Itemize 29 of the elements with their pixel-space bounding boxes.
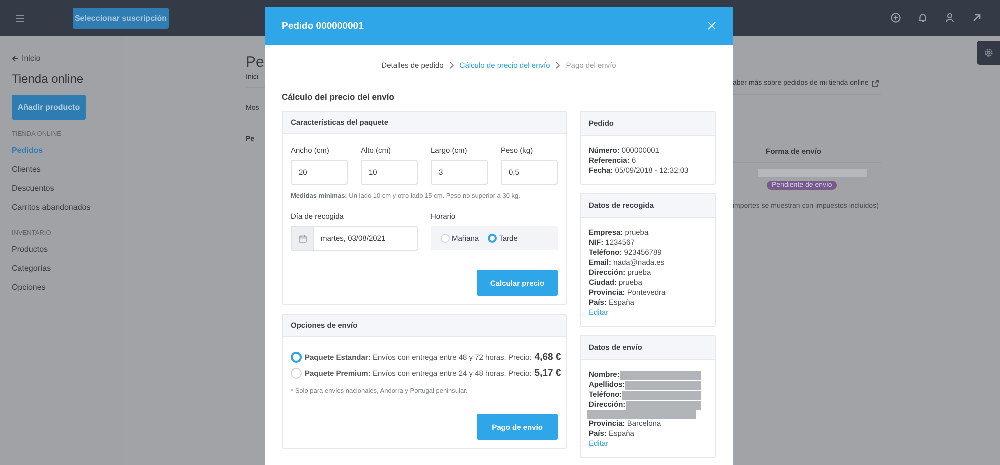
sidebar-item[interactable]: Productos <box>12 245 48 254</box>
page-title: Pe <box>246 53 264 73</box>
price-text: 5,17 € <box>534 368 562 379</box>
sidebar-item[interactable]: Clientes <box>12 165 41 174</box>
add-product-button[interactable]: Añadir producto <box>12 95 86 120</box>
arrow-icon[interactable] <box>972 13 982 23</box>
sidebar-item[interactable]: Descuentos <box>12 184 54 193</box>
back-link[interactable]: Inicio <box>22 54 41 63</box>
sidebar-item[interactable]: Categorías <box>12 264 52 273</box>
modal-title: Pedido 000000001 <box>282 20 364 32</box>
price-text: 4,68 € <box>534 352 562 363</box>
settings-tab[interactable] <box>977 41 1000 65</box>
radio-icon[interactable] <box>291 352 302 363</box>
menu-icon[interactable] <box>16 14 24 22</box>
settings-icon <box>984 48 994 58</box>
user-icon[interactable] <box>945 13 955 23</box>
radio-icon[interactable] <box>291 368 302 379</box>
section-title: Cálculo del precio del envío <box>282 92 396 102</box>
subscription-button[interactable]: Seleccionar suscripción <box>73 8 169 28</box>
back-arrow-icon[interactable] <box>12 56 19 62</box>
calendar-icon <box>298 234 306 242</box>
chevron-icon <box>556 62 560 69</box>
sidebar-item[interactable]: Carritos abandonados <box>12 203 91 212</box>
add-icon[interactable] <box>891 13 901 23</box>
external-link-icon[interactable] <box>872 80 879 86</box>
chevron-icon <box>450 62 454 69</box>
bell-icon[interactable] <box>918 13 928 23</box>
store-title: Tienda online <box>12 72 85 86</box>
sidebar-item[interactable]: Opciones <box>12 283 46 292</box>
